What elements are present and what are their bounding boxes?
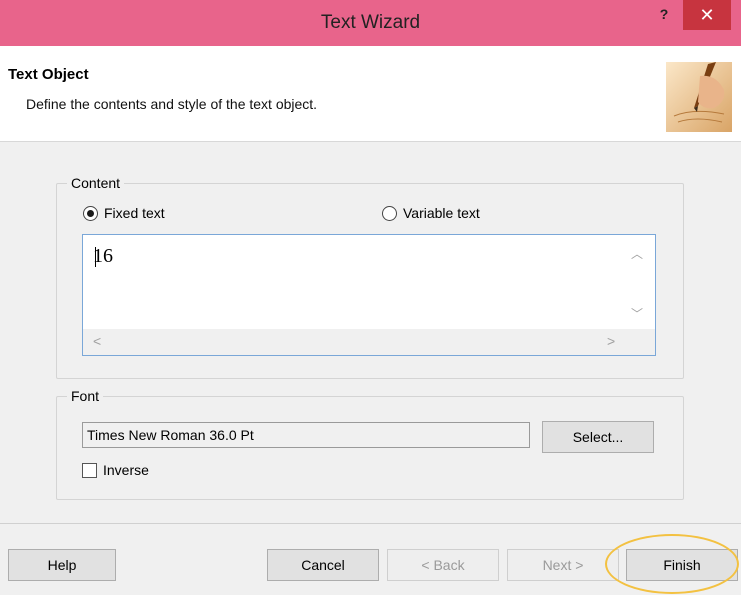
scroll-left-icon[interactable]: < bbox=[93, 333, 101, 349]
page-subtitle: Define the contents and style of the tex… bbox=[26, 96, 318, 112]
content-group-label: Content bbox=[67, 174, 125, 192]
text-content-value: 16 bbox=[93, 245, 113, 267]
fixed-text-label: Fixed text bbox=[104, 205, 165, 221]
finish-button[interactable]: Finish bbox=[626, 549, 738, 581]
radio-circle[interactable] bbox=[382, 205, 397, 221]
variable-text-label: Variable text bbox=[403, 205, 480, 221]
back-button[interactable]: < Back bbox=[387, 549, 499, 581]
wizard-header: Text Object Define the contents and styl… bbox=[0, 46, 741, 142]
font-display-field: Times New Roman 36.0 Pt bbox=[82, 422, 530, 448]
scroll-right-icon[interactable]: > bbox=[607, 333, 615, 349]
writing-hand-icon bbox=[666, 62, 732, 132]
font-group-label: Font bbox=[67, 387, 104, 405]
text-content-input[interactable]: 16 ︿ ﹀ < > bbox=[82, 234, 656, 356]
radio-circle[interactable] bbox=[83, 205, 98, 221]
scroll-up-icon[interactable]: ︿ bbox=[619, 245, 655, 262]
vertical-scrollbar[interactable]: ︿ ﹀ bbox=[619, 235, 655, 331]
select-font-button[interactable]: Select... bbox=[542, 421, 654, 453]
window-title: Text Wizard bbox=[320, 12, 421, 33]
radio-selected-dot bbox=[87, 209, 94, 217]
cancel-button[interactable]: Cancel bbox=[267, 549, 379, 581]
footer-divider bbox=[0, 523, 741, 524]
close-icon[interactable]: ✕ bbox=[683, 0, 731, 30]
horizontal-scrollbar[interactable]: < > bbox=[83, 329, 655, 355]
help-button[interactable]: Help bbox=[8, 549, 116, 581]
inverse-checkbox[interactable]: Inverse bbox=[82, 462, 149, 478]
checkbox-box[interactable] bbox=[82, 462, 97, 478]
title-bar: Text Wizard ? ✕ bbox=[0, 0, 741, 46]
inverse-label: Inverse bbox=[103, 462, 149, 478]
fixed-text-radio[interactable]: Fixed text bbox=[83, 205, 165, 221]
next-button[interactable]: Next > bbox=[507, 549, 619, 581]
page-title: Text Object bbox=[8, 66, 89, 83]
variable-text-radio[interactable]: Variable text bbox=[382, 205, 480, 221]
help-icon[interactable]: ? bbox=[648, 0, 680, 30]
scroll-down-icon[interactable]: ﹀ bbox=[619, 305, 655, 322]
